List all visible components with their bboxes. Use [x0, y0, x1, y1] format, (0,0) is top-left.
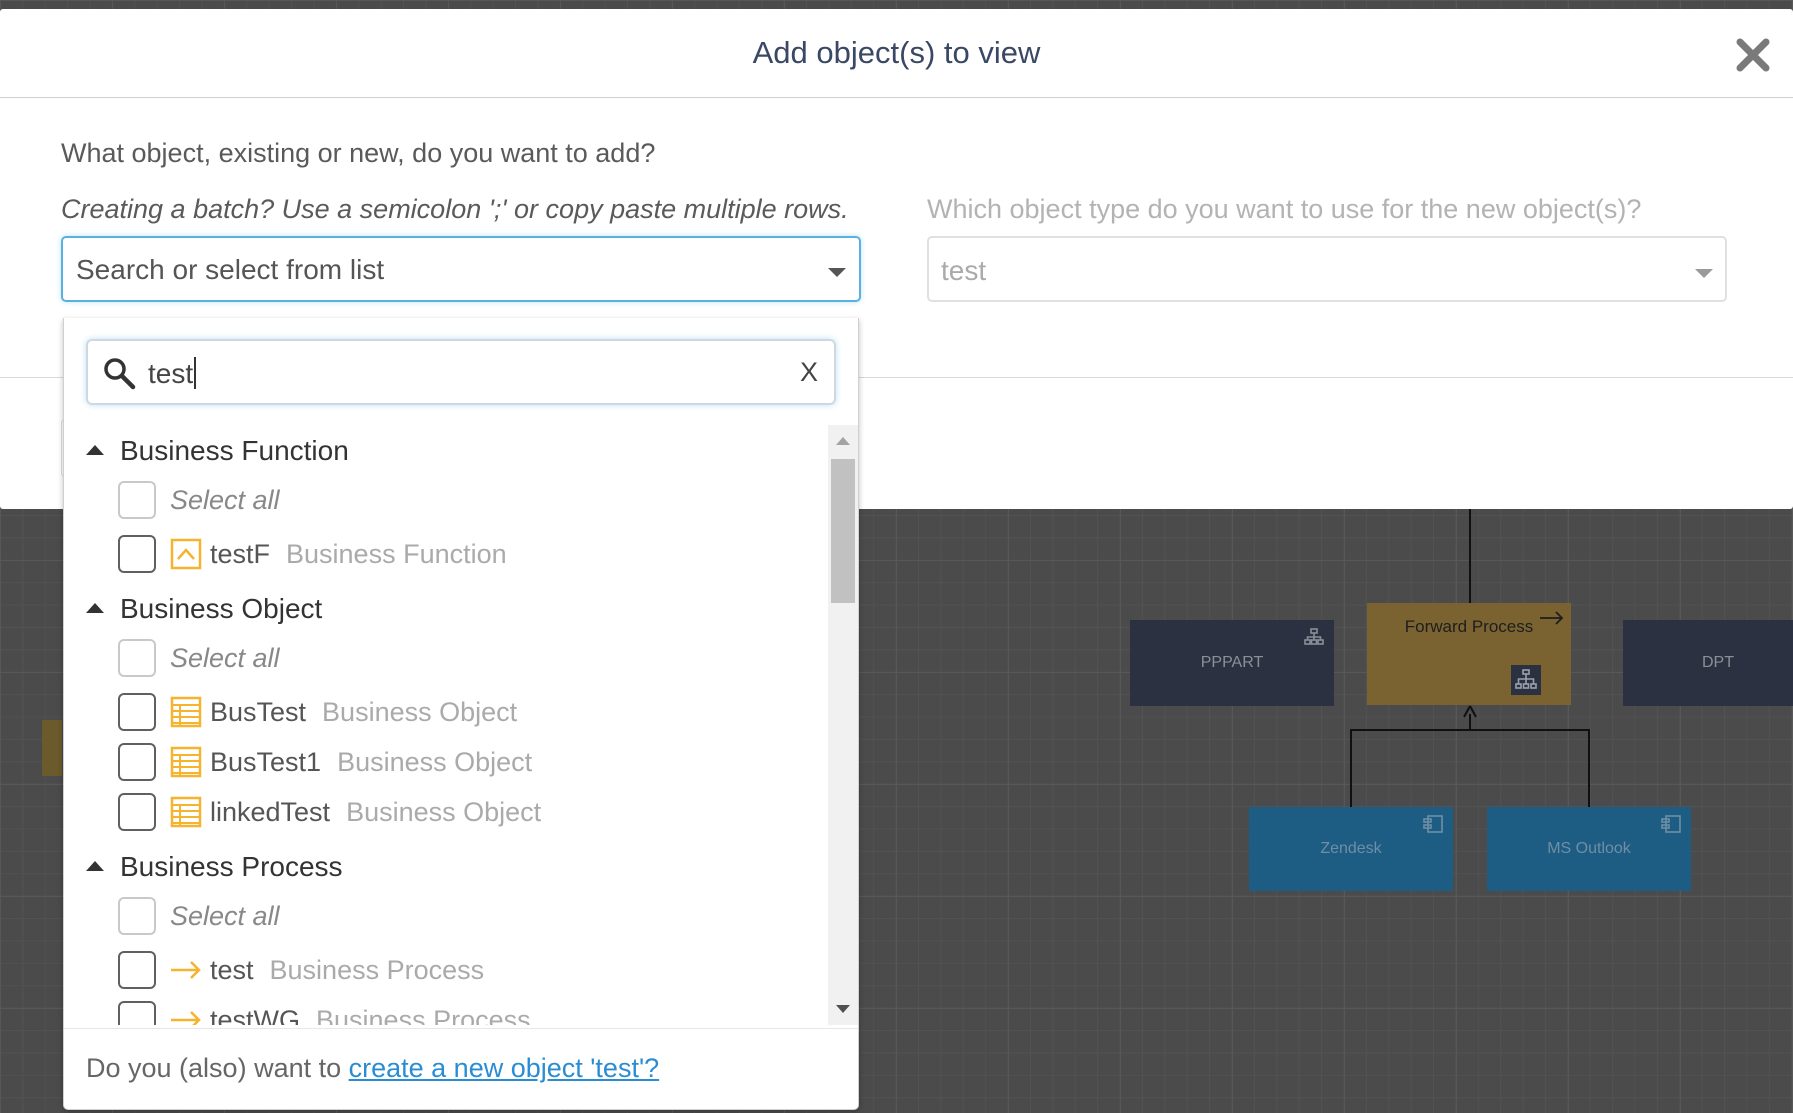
business-object-icon: [170, 796, 202, 828]
connector-line: [1469, 509, 1471, 603]
list-item[interactable]: linkedTest Business Object: [118, 790, 541, 834]
checkbox[interactable]: [118, 1001, 156, 1025]
node-label: Zendesk: [1320, 840, 1382, 857]
node-label: Forward Process: [1404, 617, 1534, 636]
node-label: DPT: [1702, 654, 1734, 671]
clear-search-button[interactable]: X: [800, 357, 818, 388]
list-item[interactable]: testWG Business Process: [118, 998, 531, 1025]
connector-line: [1350, 729, 1352, 807]
list-scrollbar[interactable]: [828, 425, 858, 1025]
list-item[interactable]: BusTest Business Object: [118, 690, 517, 734]
checkbox[interactable]: [118, 639, 156, 677]
node-forward-process[interactable]: Forward Process: [1367, 603, 1571, 705]
checkbox[interactable]: [118, 743, 156, 781]
modal-title: Add object(s) to view: [752, 35, 1041, 70]
node-label: MS Outlook: [1547, 840, 1631, 857]
node-label: PPPART: [1200, 654, 1264, 671]
node-ms-outlook[interactable]: MS Outlook: [1487, 807, 1691, 891]
group-business-process[interactable]: Business Process: [86, 851, 343, 883]
group-business-object[interactable]: Business Object: [86, 593, 322, 625]
list-item[interactable]: BusTest1 Business Object: [118, 740, 532, 784]
search-input[interactable]: test: [148, 357, 196, 390]
select-all-business-object[interactable]: Select all: [118, 636, 280, 680]
object-dropdown: test X Business Function Select all test…: [63, 318, 859, 1110]
collapse-triangle-icon: [86, 603, 104, 613]
object-type-select[interactable]: test: [927, 236, 1727, 302]
select-all-business-function[interactable]: Select all: [118, 478, 280, 522]
collapse-triangle-icon: [86, 445, 104, 455]
close-icon[interactable]: [1735, 37, 1771, 73]
object-select-placeholder: Search or select from list: [76, 254, 385, 285]
search-icon: [104, 358, 136, 390]
checkbox[interactable]: [118, 481, 156, 519]
arrow-right-icon: [1540, 611, 1564, 625]
business-process-icon: [171, 1011, 201, 1025]
object-type-value: test: [941, 255, 987, 286]
object-question: What object, existing or new, do you wan…: [61, 138, 656, 168]
checkbox[interactable]: [118, 693, 156, 731]
checkbox[interactable]: [118, 951, 156, 989]
dropdown-search[interactable]: test X: [86, 339, 836, 405]
option-list: Business Function Select all testF Busine…: [64, 425, 825, 1025]
node-partial: [42, 720, 62, 776]
component-icon: [1423, 815, 1443, 833]
object-type-question: Which object type do you want to use for…: [927, 194, 1642, 224]
create-new-object-link[interactable]: create a new object 'test'?: [349, 1053, 660, 1083]
checkbox[interactable]: [118, 535, 156, 573]
node-ppart[interactable]: PPPART: [1130, 620, 1334, 706]
dropdown-footer: Do you (also) want to create a new objec…: [64, 1028, 858, 1109]
checkbox[interactable]: [118, 793, 156, 831]
scrollbar-thumb[interactable]: [831, 459, 855, 603]
hierarchy-icon: [1304, 628, 1324, 645]
hierarchy-icon: [1511, 665, 1541, 695]
list-item[interactable]: testF Business Function: [118, 532, 507, 576]
scroll-up-arrow-icon[interactable]: [836, 437, 850, 445]
create-object-prompt: Do you (also) want to create a new objec…: [86, 1053, 660, 1083]
caret-down-icon: [1695, 269, 1713, 278]
node-dpt[interactable]: DPT: [1623, 620, 1793, 706]
connector-line: [1350, 729, 1590, 731]
list-item[interactable]: test Business Process: [118, 948, 484, 992]
connector-line: [1588, 729, 1590, 807]
business-function-icon: [170, 538, 202, 570]
business-object-icon: [170, 746, 202, 778]
group-business-function[interactable]: Business Function: [86, 435, 349, 467]
object-select[interactable]: Search or select from list: [61, 236, 861, 302]
business-object-icon: [170, 696, 202, 728]
select-all-business-process[interactable]: Select all: [118, 894, 280, 938]
scroll-down-arrow-icon[interactable]: [836, 1005, 850, 1013]
modal-header: Add object(s) to view: [0, 9, 1793, 98]
collapse-triangle-icon: [86, 861, 104, 871]
batch-hint: Creating a batch? Use a semicolon ';' or…: [61, 194, 849, 224]
caret-down-icon: [828, 268, 846, 277]
checkbox[interactable]: [118, 897, 156, 935]
business-process-icon: [171, 961, 201, 979]
component-icon: [1661, 815, 1681, 833]
node-zendesk[interactable]: Zendesk: [1249, 807, 1453, 891]
arrow-up-icon: [1463, 705, 1477, 718]
